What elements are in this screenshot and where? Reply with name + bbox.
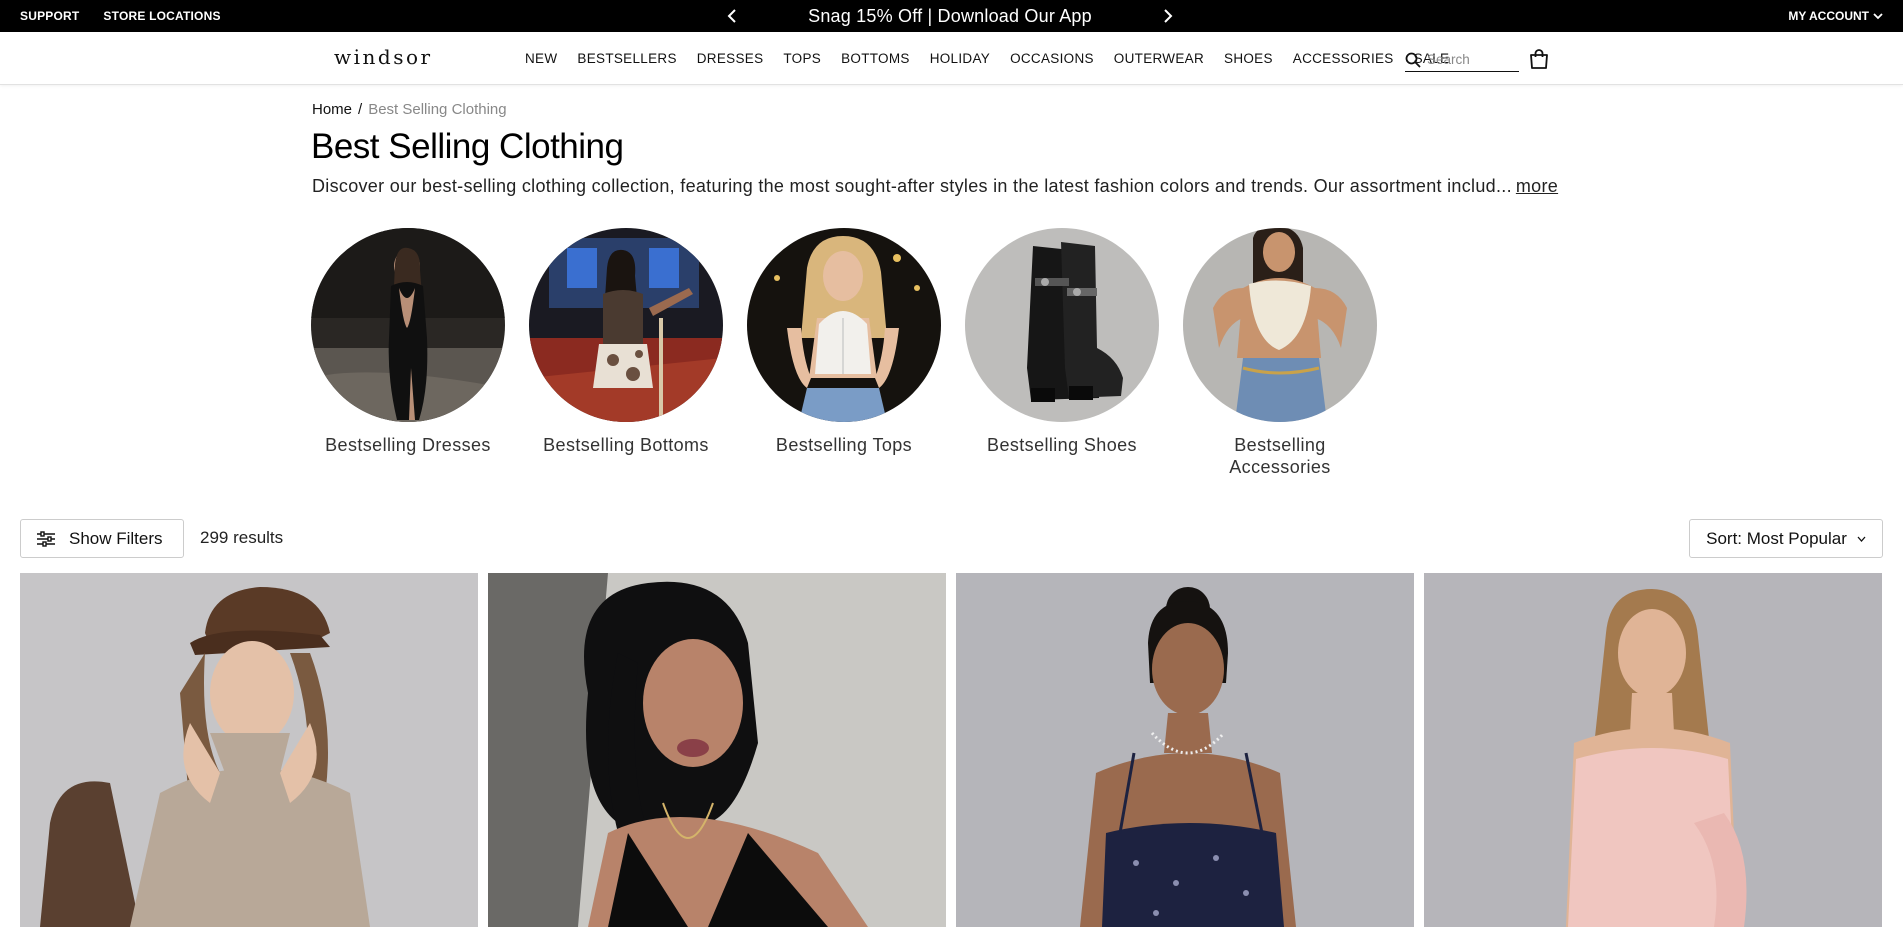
sort-label: Sort: Most Popular — [1706, 528, 1847, 548]
category-bestselling-bottoms[interactable]: Bestselling Bottoms — [529, 228, 723, 478]
category-bestselling-shoes[interactable]: Bestselling Shoes — [965, 228, 1159, 478]
promo-carousel: Snag 15% Off | Download Our App — [720, 0, 1180, 32]
nav-link-dresses[interactable]: DRESSES — [687, 51, 774, 66]
nav-link-occasions[interactable]: OCCASIONS — [1000, 51, 1104, 66]
category-image-shoes[interactable] — [965, 228, 1159, 422]
category-label-dresses[interactable]: Bestselling Dresses — [325, 434, 491, 456]
store-locations-link[interactable]: STORE LOCATIONS — [103, 9, 220, 23]
support-link[interactable]: SUPPORT — [20, 9, 79, 23]
nav-link-holiday[interactable]: HOLIDAY — [920, 51, 1000, 66]
search-box — [1405, 48, 1519, 72]
shopping-bag-icon[interactable] — [1528, 48, 1550, 70]
page-description: Discover our best-selling clothing colle… — [312, 176, 1558, 197]
product-card[interactable] — [956, 573, 1414, 927]
product-grid — [20, 573, 1882, 927]
show-filters-label: Show Filters — [69, 528, 163, 548]
category-bestselling-accessories[interactable]: Bestselling Accessories — [1183, 228, 1377, 478]
product-card[interactable] — [1424, 573, 1882, 927]
chevron-right-icon — [1164, 9, 1173, 23]
category-bestselling-tops[interactable]: Bestselling Tops — [747, 228, 941, 478]
category-label-accessories[interactable]: Bestselling Accessories — [1183, 434, 1377, 478]
category-image-accessories[interactable] — [1183, 228, 1377, 422]
category-bestselling-dresses[interactable]: Bestselling Dresses — [311, 228, 505, 478]
main-nav: windsor NEW BESTSELLERS DRESSES TOPS BOT… — [0, 32, 1903, 85]
category-image-dresses[interactable] — [311, 228, 505, 422]
nav-link-bottoms[interactable]: BOTTOMS — [831, 51, 920, 66]
filter-sliders-icon — [37, 530, 55, 547]
chevron-left-icon — [727, 9, 736, 23]
description-text: Discover our best-selling clothing colle… — [312, 176, 1512, 196]
nav-link-tops[interactable]: TOPS — [773, 51, 831, 66]
category-carousel: Bestselling Dresses Bestselling Bottoms — [311, 228, 1377, 478]
breadcrumb: Home / Best Selling Clothing — [312, 101, 507, 118]
show-filters-button[interactable]: Show Filters — [20, 519, 184, 558]
nav-link-new[interactable]: NEW — [525, 51, 567, 66]
search-input[interactable] — [1427, 52, 1517, 67]
windsor-logo[interactable]: windsor — [334, 45, 433, 69]
chevron-down-icon — [1857, 536, 1866, 542]
category-image-bottoms[interactable] — [529, 228, 723, 422]
chevron-down-icon — [1873, 13, 1883, 20]
promo-bar: SUPPORT STORE LOCATIONS Snag 15% Off | D… — [0, 0, 1903, 32]
category-image-tops[interactable] — [747, 228, 941, 422]
nav-link-outerwear[interactable]: OUTERWEAR — [1104, 51, 1214, 66]
my-account-menu[interactable]: MY ACCOUNT — [1788, 0, 1883, 32]
breadcrumb-home[interactable]: Home — [312, 101, 352, 118]
breadcrumb-current: Best Selling Clothing — [368, 101, 507, 118]
my-account-label: MY ACCOUNT — [1788, 9, 1869, 23]
more-link[interactable]: more — [1516, 176, 1558, 196]
product-image[interactable] — [956, 573, 1414, 927]
page-title: Best Selling Clothing — [311, 127, 624, 166]
product-image[interactable] — [20, 573, 478, 927]
results-count: 299 results — [200, 528, 284, 547]
search-icon[interactable] — [1405, 52, 1421, 68]
product-image[interactable] — [488, 573, 946, 927]
product-image[interactable] — [1424, 573, 1882, 927]
sort-dropdown[interactable]: Sort: Most Popular — [1689, 519, 1883, 558]
nav-link-bestsellers[interactable]: BESTSELLERS — [567, 51, 686, 66]
promo-message[interactable]: Snag 15% Off | Download Our App — [808, 6, 1092, 27]
utility-links: SUPPORT STORE LOCATIONS — [20, 0, 221, 32]
category-label-tops[interactable]: Bestselling Tops — [776, 434, 912, 456]
promo-prev-button[interactable] — [720, 4, 744, 28]
nav-link-shoes[interactable]: SHOES — [1214, 51, 1283, 66]
nav-link-accessories[interactable]: ACCESSORIES — [1283, 51, 1404, 66]
promo-next-button[interactable] — [1156, 4, 1180, 28]
breadcrumb-separator: / — [358, 101, 363, 118]
category-nav: NEW BESTSELLERS DRESSES TOPS BOTTOMS HOL… — [525, 32, 1459, 85]
category-label-shoes[interactable]: Bestselling Shoes — [987, 434, 1137, 456]
category-label-bottoms[interactable]: Bestselling Bottoms — [543, 434, 709, 456]
product-card[interactable] — [488, 573, 946, 927]
product-card[interactable] — [20, 573, 478, 927]
